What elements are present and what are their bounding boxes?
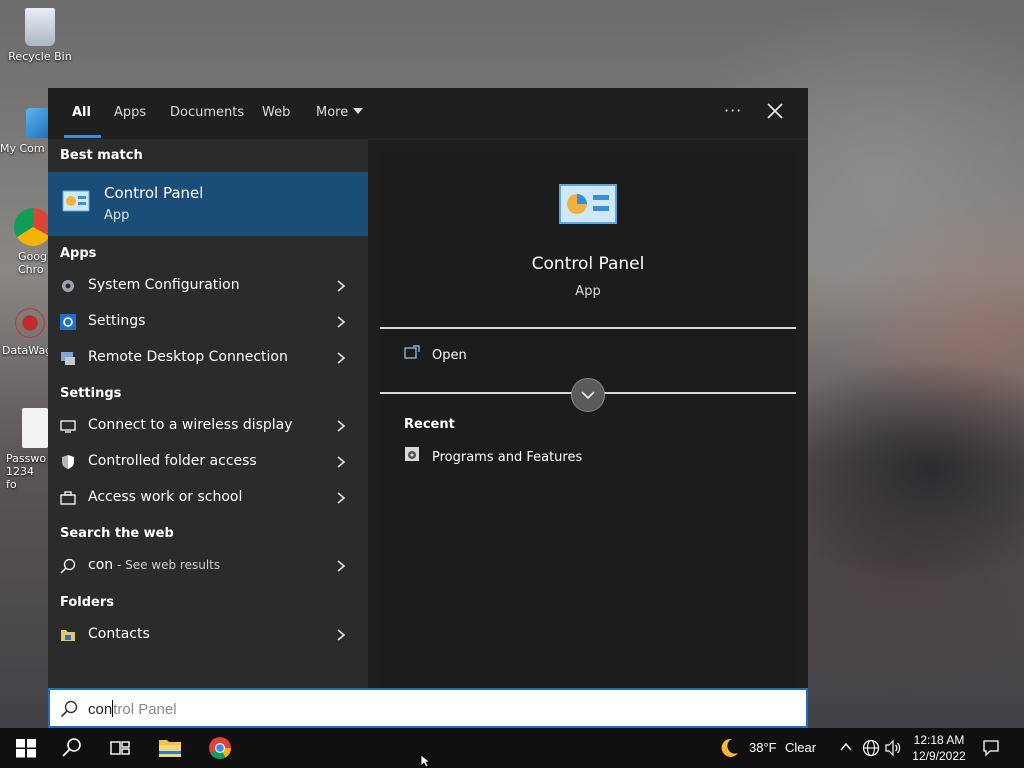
chevron-right-icon[interactable] — [336, 316, 346, 328]
recycle-bin-icon — [25, 8, 55, 46]
chevron-right-icon[interactable] — [336, 420, 346, 432]
open-label: Open — [432, 348, 467, 363]
more-options-button[interactable]: ··· — [724, 101, 742, 120]
weather-temperature[interactable]: 38°F — [749, 740, 777, 755]
settings-gear-icon — [60, 314, 76, 330]
chrome-icon — [14, 208, 52, 246]
programs-features-icon — [405, 447, 419, 461]
result-access-work-or-school[interactable]: Access work or school — [48, 480, 368, 516]
best-match-control-panel[interactable]: Control Panel App — [48, 172, 368, 236]
web-query: con — [88, 557, 114, 573]
preview-pane: Control Panel App Open Recent Programs a… — [380, 152, 796, 688]
desktop-icon-datawag[interactable]: DataWag — [2, 306, 52, 357]
network-globe-icon[interactable] — [862, 739, 880, 757]
caret-down-icon — [353, 108, 364, 114]
task-view-icon[interactable] — [108, 736, 132, 760]
section-heading-settings: Settings — [60, 386, 122, 401]
chrome-file-icon — [22, 408, 48, 448]
file-explorer-icon[interactable] — [158, 736, 182, 760]
desktop-icon-my-computer[interactable]: My Com — [0, 108, 50, 155]
best-match-name: Control Panel — [104, 184, 204, 202]
preview-title: Control Panel — [531, 254, 645, 274]
section-heading-search-web: Search the web — [60, 526, 174, 541]
control-panel-large-icon — [559, 184, 617, 224]
open-icon — [404, 345, 420, 359]
preview-type: App — [575, 284, 601, 299]
tab-apps[interactable]: Apps — [114, 105, 146, 120]
moon-weather-icon[interactable] — [718, 737, 740, 759]
display-icon — [60, 420, 76, 433]
result-contacts[interactable]: Contacts — [48, 617, 368, 653]
result-connect-wireless-display[interactable]: Connect to a wireless display — [48, 408, 368, 444]
chevron-down-icon — [581, 391, 595, 400]
result-system-configuration[interactable]: System Configuration — [48, 268, 368, 304]
start-search-panel: All Apps Documents Web More ··· Best mat… — [48, 88, 808, 688]
chevron-right-icon[interactable] — [336, 629, 346, 641]
weather-description[interactable]: Clear — [785, 740, 816, 755]
tab-all[interactable]: All — [72, 105, 91, 120]
clock-time: 12:18 AM — [913, 733, 965, 747]
tab-more-label: More — [316, 105, 349, 120]
recent-item-label: Programs and Features — [432, 450, 583, 465]
chevron-right-icon[interactable] — [336, 560, 346, 572]
results-list: Best match Control Panel App Apps System… — [48, 140, 368, 688]
clock-date: 12/9/2022 — [912, 749, 966, 763]
active-tab-indicator — [64, 135, 101, 138]
tab-documents[interactable]: Documents — [170, 105, 244, 120]
control-panel-icon — [62, 190, 90, 212]
taskbar: 38°F Clear 12:18 AM 12/9/2022 — [0, 728, 1024, 768]
section-heading-folders: Folders — [60, 595, 115, 610]
expand-button[interactable] — [571, 378, 605, 412]
best-match-type: App — [104, 208, 130, 223]
taskbar-clock[interactable]: 12:18 AM 12/9/2022 — [906, 732, 972, 764]
search-tabs-bar: All Apps Documents Web More ··· — [48, 88, 808, 140]
tab-more[interactable]: More — [316, 105, 364, 120]
tab-web[interactable]: Web — [262, 105, 290, 120]
chevron-right-icon[interactable] — [336, 280, 346, 292]
chevron-right-icon[interactable] — [336, 456, 346, 468]
search-input[interactable]: control Panel — [48, 688, 808, 728]
system-configuration-icon — [62, 280, 74, 292]
result-controlled-folder-access[interactable]: Controlled folder access — [48, 444, 368, 480]
notifications-icon[interactable] — [982, 739, 1000, 757]
desktop-icon-chrome[interactable]: Goog Chro — [10, 208, 52, 276]
datawag-icon — [12, 306, 48, 340]
section-heading-best-match: Best match — [60, 148, 143, 163]
remote-desktop-icon — [61, 352, 75, 365]
mouse-cursor-icon — [420, 754, 432, 768]
search-typed-text: con — [88, 701, 113, 718]
chevron-right-icon[interactable] — [336, 352, 346, 364]
chrome-icon[interactable] — [208, 736, 232, 760]
search-autocomplete: trol Panel — [113, 701, 177, 718]
chevron-up-icon[interactable] — [840, 742, 852, 752]
recent-heading: Recent — [404, 417, 455, 432]
search-icon[interactable] — [60, 736, 84, 760]
volume-icon[interactable] — [884, 739, 902, 757]
computer-icon — [26, 108, 50, 138]
desktop-icon-recycle-bin[interactable]: Recycle Bin — [4, 8, 76, 63]
section-heading-apps: Apps — [60, 246, 97, 261]
search-icon — [60, 558, 76, 574]
shield-icon — [62, 455, 74, 469]
search-icon — [60, 700, 78, 718]
close-icon[interactable] — [764, 100, 786, 122]
briefcase-icon — [60, 491, 76, 505]
windows-start-icon[interactable] — [14, 736, 38, 760]
result-web-search-con[interactable]: con - See web results — [48, 548, 368, 584]
divider — [380, 327, 796, 329]
web-results-suffix: - See web results — [113, 558, 221, 572]
folder-icon — [61, 630, 75, 641]
result-settings[interactable]: Settings — [48, 304, 368, 340]
result-remote-desktop-connection[interactable]: Remote Desktop Connection — [48, 340, 368, 376]
desktop-icon-password-file[interactable]: Passwo 1234 fo — [6, 408, 48, 491]
chevron-right-icon[interactable] — [336, 492, 346, 504]
